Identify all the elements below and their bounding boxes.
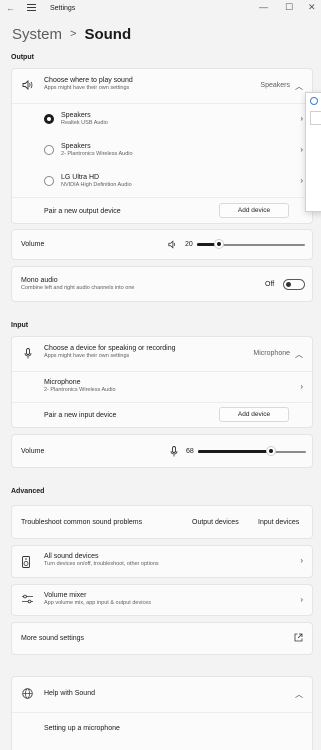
breadcrumb-parent[interactable]: System <box>12 26 62 43</box>
help-header-row[interactable]: Help with Sound ︿ <box>12 677 312 711</box>
help-card: Help with Sound ︿ Setting up a microphon… <box>11 676 313 750</box>
input-device-option[interactable]: Microphone 2- Plantronics Wireless Audio… <box>12 372 312 402</box>
window-title: Settings <box>50 5 76 12</box>
mono-audio-title: Mono audio <box>21 277 58 284</box>
mono-audio-toggle[interactable] <box>283 279 305 290</box>
radio-unselected-icon[interactable] <box>44 176 54 186</box>
maximize-icon[interactable]: ☐ <box>285 2 293 13</box>
troubleshoot-card: Troubleshoot common sound problems Outpu… <box>11 505 313 539</box>
choose-input-subtitle: Apps might have their own settings <box>44 353 130 359</box>
microphone-icon <box>24 348 32 361</box>
device-speaker-icon <box>22 556 30 570</box>
device-detail: 2- Plantronics Wireless Audio <box>44 387 116 393</box>
device-name: LG Ultra HD <box>61 174 100 181</box>
flyout-input-box[interactable] <box>310 111 321 125</box>
selected-output-value: Speakers <box>260 82 290 89</box>
device-detail: Realtek USB Audio <box>61 120 108 126</box>
minimize-icon[interactable]: — <box>259 2 268 12</box>
input-device-card: Choose a device for speaking or recordin… <box>11 336 313 428</box>
section-input-label: Input <box>11 322 29 329</box>
output-volume-slider[interactable] <box>197 240 305 250</box>
device-name: Speakers <box>61 112 91 119</box>
mono-audio-subtitle: Combine left and right audio channels in… <box>21 285 135 291</box>
app-icon <box>310 97 318 105</box>
breadcrumb-separator: > <box>70 28 77 40</box>
output-device-option[interactable]: Speakers 2- Plantronics Wireless Audio › <box>12 135 312 165</box>
mono-audio-state: Off <box>265 281 275 288</box>
input-volume-label: Volume <box>21 448 45 455</box>
choose-input-row[interactable]: Choose a device for speaking or recordin… <box>12 337 312 371</box>
volume-mixer-card[interactable]: Volume mixer App volume mix, app input &… <box>11 584 313 616</box>
choose-output-title: Choose where to play sound <box>44 77 133 84</box>
output-device-card: Choose where to play sound Apps might ha… <box>11 68 313 224</box>
pair-input-label: Pair a new input device <box>44 412 117 419</box>
slider-thumb[interactable] <box>267 447 275 455</box>
speaker-icon <box>168 240 177 251</box>
output-volume-value: 20 <box>185 241 193 248</box>
close-icon[interactable]: ✕ <box>308 2 316 13</box>
device-name: Speakers <box>61 143 91 150</box>
radio-selected-icon[interactable] <box>44 114 54 124</box>
pair-input-row: Pair a new input device Add device <box>12 403 312 429</box>
chevron-right-icon[interactable]: › <box>300 556 303 565</box>
output-device-option[interactable]: Speakers Realtek USB Audio › <box>12 104 312 134</box>
pair-output-row: Pair a new output device Add device <box>12 198 312 225</box>
microphone-icon <box>170 446 178 459</box>
globe-icon <box>22 688 33 701</box>
output-volume-label: Volume <box>21 241 45 248</box>
mono-audio-card: Mono audio Combine left and right audio … <box>11 266 313 302</box>
chevron-up-icon[interactable]: ︿ <box>295 81 303 92</box>
device-detail: 2- Plantronics Wireless Audio <box>61 151 133 157</box>
radio-unselected-icon[interactable] <box>44 145 54 155</box>
section-advanced-label: Advanced <box>11 488 45 495</box>
device-name: Microphone <box>44 379 81 386</box>
input-volume-card: Volume 68 <box>11 434 313 468</box>
help-link-microphone[interactable]: Setting up a microphone <box>44 725 120 732</box>
choose-output-row[interactable]: Choose where to play sound Apps might ha… <box>12 69 312 103</box>
add-output-device-button[interactable]: Add device <box>219 203 289 218</box>
input-volume-value: 68 <box>186 448 194 455</box>
breadcrumb: System > Sound <box>12 23 131 45</box>
output-volume-card: Volume 20 <box>11 229 313 260</box>
open-external-icon[interactable] <box>294 633 303 644</box>
menu-icon[interactable] <box>27 4 36 12</box>
troubleshoot-output-link[interactable]: Output devices <box>192 519 239 526</box>
more-sound-settings-card[interactable]: More sound settings <box>11 622 313 655</box>
all-sound-devices-subtitle: Turn devices on/off, troubleshoot, other… <box>44 561 159 567</box>
page-title: Sound <box>84 25 132 43</box>
flyout-window <box>305 92 321 212</box>
slider-thumb[interactable] <box>215 240 223 248</box>
mixer-sliders-icon <box>22 594 33 606</box>
all-sound-devices-card[interactable]: All sound devices Turn devices on/off, t… <box>11 545 313 578</box>
all-sound-devices-title: All sound devices <box>44 553 99 560</box>
chevron-up-icon[interactable]: ︿ <box>295 689 303 700</box>
add-input-device-button[interactable]: Add device <box>219 407 289 422</box>
choose-output-subtitle: Apps might have their own settings <box>44 85 130 91</box>
chevron-right-icon[interactable]: › <box>300 595 303 604</box>
volume-mixer-subtitle: App volume mix, app input & output devic… <box>44 600 152 606</box>
chevron-right-icon[interactable]: › <box>300 145 303 154</box>
volume-mixer-title: Volume mixer <box>44 592 87 599</box>
troubleshoot-input-link[interactable]: Input devices <box>258 519 299 526</box>
device-detail: NVIDIA High Definition Audio <box>61 182 132 188</box>
pair-output-label: Pair a new output device <box>44 208 121 215</box>
back-icon[interactable]: ← <box>6 3 15 13</box>
troubleshoot-title: Troubleshoot common sound problems <box>21 519 143 526</box>
chevron-up-icon[interactable]: ︿ <box>295 349 303 360</box>
input-volume-slider[interactable] <box>198 447 306 457</box>
output-device-option[interactable]: LG Ultra HD NVIDIA High Definition Audio… <box>12 166 312 196</box>
selected-input-value: Microphone <box>253 350 290 357</box>
more-sound-settings-title: More sound settings <box>21 635 85 642</box>
chevron-right-icon[interactable]: › <box>300 382 303 391</box>
choose-input-title: Choose a device for speaking or recordin… <box>44 345 176 352</box>
speaker-icon <box>22 79 33 92</box>
chevron-right-icon[interactable]: › <box>300 176 303 185</box>
section-output-label: Output <box>11 54 34 61</box>
chevron-right-icon[interactable]: › <box>300 114 303 123</box>
help-title: Help with Sound <box>44 690 95 697</box>
slider-fill <box>198 450 271 453</box>
title-bar: ← Settings — ☐ ✕ <box>0 0 321 17</box>
